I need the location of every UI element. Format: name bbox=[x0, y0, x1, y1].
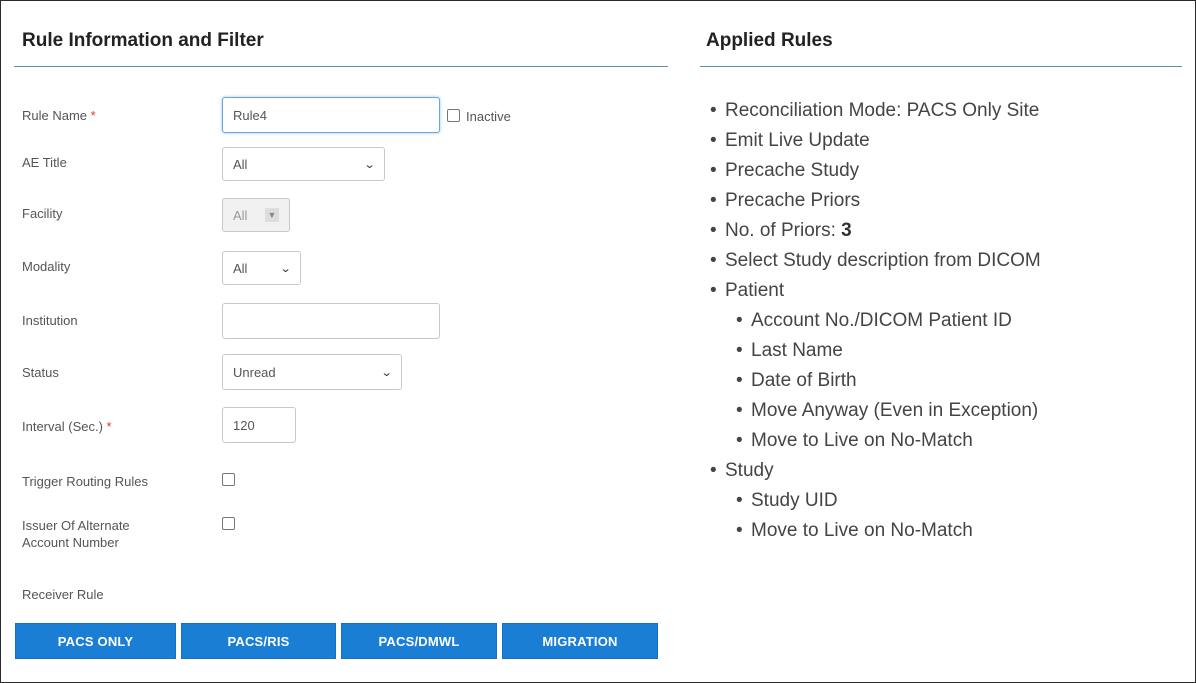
receiver-rule-label: Receiver Rule bbox=[22, 587, 104, 602]
applied-rule-item: No. of Priors: 3 bbox=[708, 216, 1041, 246]
applied-rule-item: Account No./DICOM Patient ID bbox=[708, 306, 1041, 336]
rule-name-input[interactable]: Rule4 bbox=[222, 97, 440, 133]
modality-label: Modality bbox=[22, 259, 71, 274]
interval-input[interactable]: 120 bbox=[222, 407, 296, 443]
modality-value: All bbox=[233, 260, 248, 276]
status-select[interactable]: Unread ⌄ bbox=[222, 354, 402, 390]
applied-rule-item: Reconciliation Mode: PACS Only Site bbox=[708, 96, 1041, 126]
pacs-ris-button[interactable]: PACS/RIS bbox=[181, 623, 336, 659]
pacs-dmwl-button[interactable]: PACS/DMWL bbox=[341, 623, 497, 659]
applied-rule-item: Study bbox=[708, 456, 1041, 486]
applied-rule-item: Emit Live Update bbox=[708, 126, 1041, 156]
rule-info-divider bbox=[14, 66, 668, 67]
ae-title-value: All bbox=[233, 156, 248, 172]
issuer-label: Issuer Of Alternate Account Number bbox=[22, 518, 130, 550]
ae-title-select[interactable]: All ⌄ bbox=[222, 147, 385, 181]
modality-select[interactable]: All ⌄ bbox=[222, 251, 301, 285]
issuer-checkbox[interactable] bbox=[222, 517, 235, 530]
rule-name-label: Rule Name * bbox=[22, 108, 96, 123]
institution-label: Institution bbox=[22, 313, 78, 328]
applied-rule-item: Move to Live on No-Match bbox=[708, 516, 1041, 546]
chevron-down-icon: ⌄ bbox=[279, 262, 292, 275]
facility-value: All bbox=[233, 207, 248, 223]
applied-rules-divider bbox=[700, 66, 1182, 67]
chevron-down-icon: ▼ bbox=[265, 208, 279, 222]
applied-rule-item: Select Study description from DICOM bbox=[708, 246, 1041, 276]
applied-rules-list: Reconciliation Mode: PACS Only SiteEmit … bbox=[708, 96, 1041, 546]
interval-label: Interval (Sec.) * bbox=[22, 419, 112, 434]
trigger-routing-checkbox[interactable] bbox=[222, 473, 235, 486]
rule-info-title: Rule Information and Filter bbox=[22, 30, 264, 51]
inactive-checkbox[interactable] bbox=[447, 109, 460, 122]
applied-rule-item: Study UID bbox=[708, 486, 1041, 516]
applied-rule-item: Last Name bbox=[708, 336, 1041, 366]
applied-rule-item: Precache Priors bbox=[708, 186, 1041, 216]
institution-input[interactable] bbox=[222, 303, 440, 339]
facility-select[interactable]: All ▼ bbox=[222, 198, 290, 232]
inactive-label: Inactive bbox=[466, 109, 511, 124]
ae-title-label: AE Title bbox=[22, 155, 67, 170]
status-label: Status bbox=[22, 365, 59, 380]
applied-rule-item: Precache Study bbox=[708, 156, 1041, 186]
pacs-only-button[interactable]: PACS ONLY bbox=[15, 623, 176, 659]
chevron-down-icon: ⌄ bbox=[380, 366, 393, 379]
applied-rule-item: Patient bbox=[708, 276, 1041, 306]
applied-rule-item: Move to Live on No-Match bbox=[708, 426, 1041, 456]
applied-rule-item: Date of Birth bbox=[708, 366, 1041, 396]
applied-rule-item: Move Anyway (Even in Exception) bbox=[708, 396, 1041, 426]
migration-button[interactable]: MIGRATION bbox=[502, 623, 658, 659]
chevron-down-icon: ⌄ bbox=[363, 158, 376, 171]
facility-label: Facility bbox=[22, 206, 63, 221]
applied-rules-title: Applied Rules bbox=[706, 30, 833, 51]
status-value: Unread bbox=[233, 364, 276, 380]
trigger-routing-label: Trigger Routing Rules bbox=[22, 474, 148, 489]
priors-count-value: 3 bbox=[841, 220, 852, 241]
